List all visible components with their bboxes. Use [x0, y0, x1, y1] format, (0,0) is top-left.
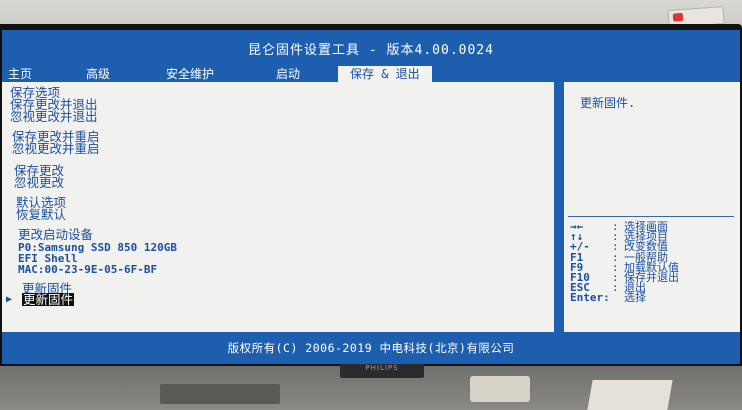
menu-panel: 保存选项 保存更改并退出 忽视更改并退出 保存更改并重启 忽视更改并重启 保存更…: [2, 82, 554, 332]
tab-bar: 主页 高级 安全维护 启动 保存 & 退出: [2, 66, 740, 82]
key-desc: 选择: [624, 291, 646, 305]
restore-defaults-item[interactable]: 恢复默认: [16, 208, 66, 221]
monitor-brand-label: PHILIPS: [365, 364, 399, 372]
key-row: F10 : 保存并退出: [570, 272, 740, 283]
key-row: Enter: 选择: [570, 291, 740, 305]
help-panel: 更新固件. →← : 选择画面 ↑↓ : 选择项目 +/- : 改变数值 F1 …: [564, 82, 740, 332]
tab-save-exit[interactable]: 保存 & 退出: [338, 66, 432, 82]
item-help-text: 更新固件.: [580, 96, 636, 110]
key-name: Enter:: [570, 291, 610, 305]
tab-advanced[interactable]: 高级: [86, 66, 110, 82]
desk-object: [587, 380, 673, 410]
tab-main[interactable]: 主页: [8, 66, 32, 82]
discard-and-exit-item[interactable]: 忽视更改并退出: [10, 110, 98, 123]
copyright-footer: 版权所有(C) 2006-2019 中电科技(北京)有限公司: [227, 341, 515, 355]
key-separator: :: [612, 281, 619, 295]
desk-object: [160, 384, 280, 404]
boot-override-header: 更改启动设备: [18, 227, 94, 242]
tab-boot[interactable]: 启动: [276, 66, 300, 82]
desk-object: [470, 376, 530, 402]
selection-cursor-icon: ▶: [6, 294, 13, 305]
boot-device-item[interactable]: MAC:00-23-9E-05-6F-BF: [18, 263, 157, 276]
help-divider: [568, 216, 734, 217]
bios-screen: 昆仑固件设置工具 - 版本4.00.0024 主页 高级 安全维护 启动 保存 …: [2, 30, 740, 364]
pane-divider: [554, 82, 564, 332]
discard-changes-item[interactable]: 忽视更改: [14, 176, 64, 189]
key-separator: [612, 293, 624, 303]
tab-security[interactable]: 安全维护: [166, 66, 214, 82]
update-firmware-item[interactable]: 更新固件: [22, 293, 75, 306]
key-legend: →← : 选择画面 ↑↓ : 选择项目 +/- : 改变数值 F1 : 一般帮助…: [570, 221, 740, 305]
monitor-stand: PHILIPS: [340, 362, 424, 378]
bios-title: 昆仑固件设置工具 - 版本4.00.0024: [248, 42, 494, 58]
discard-and-restart-item[interactable]: 忽视更改并重启: [12, 142, 100, 155]
